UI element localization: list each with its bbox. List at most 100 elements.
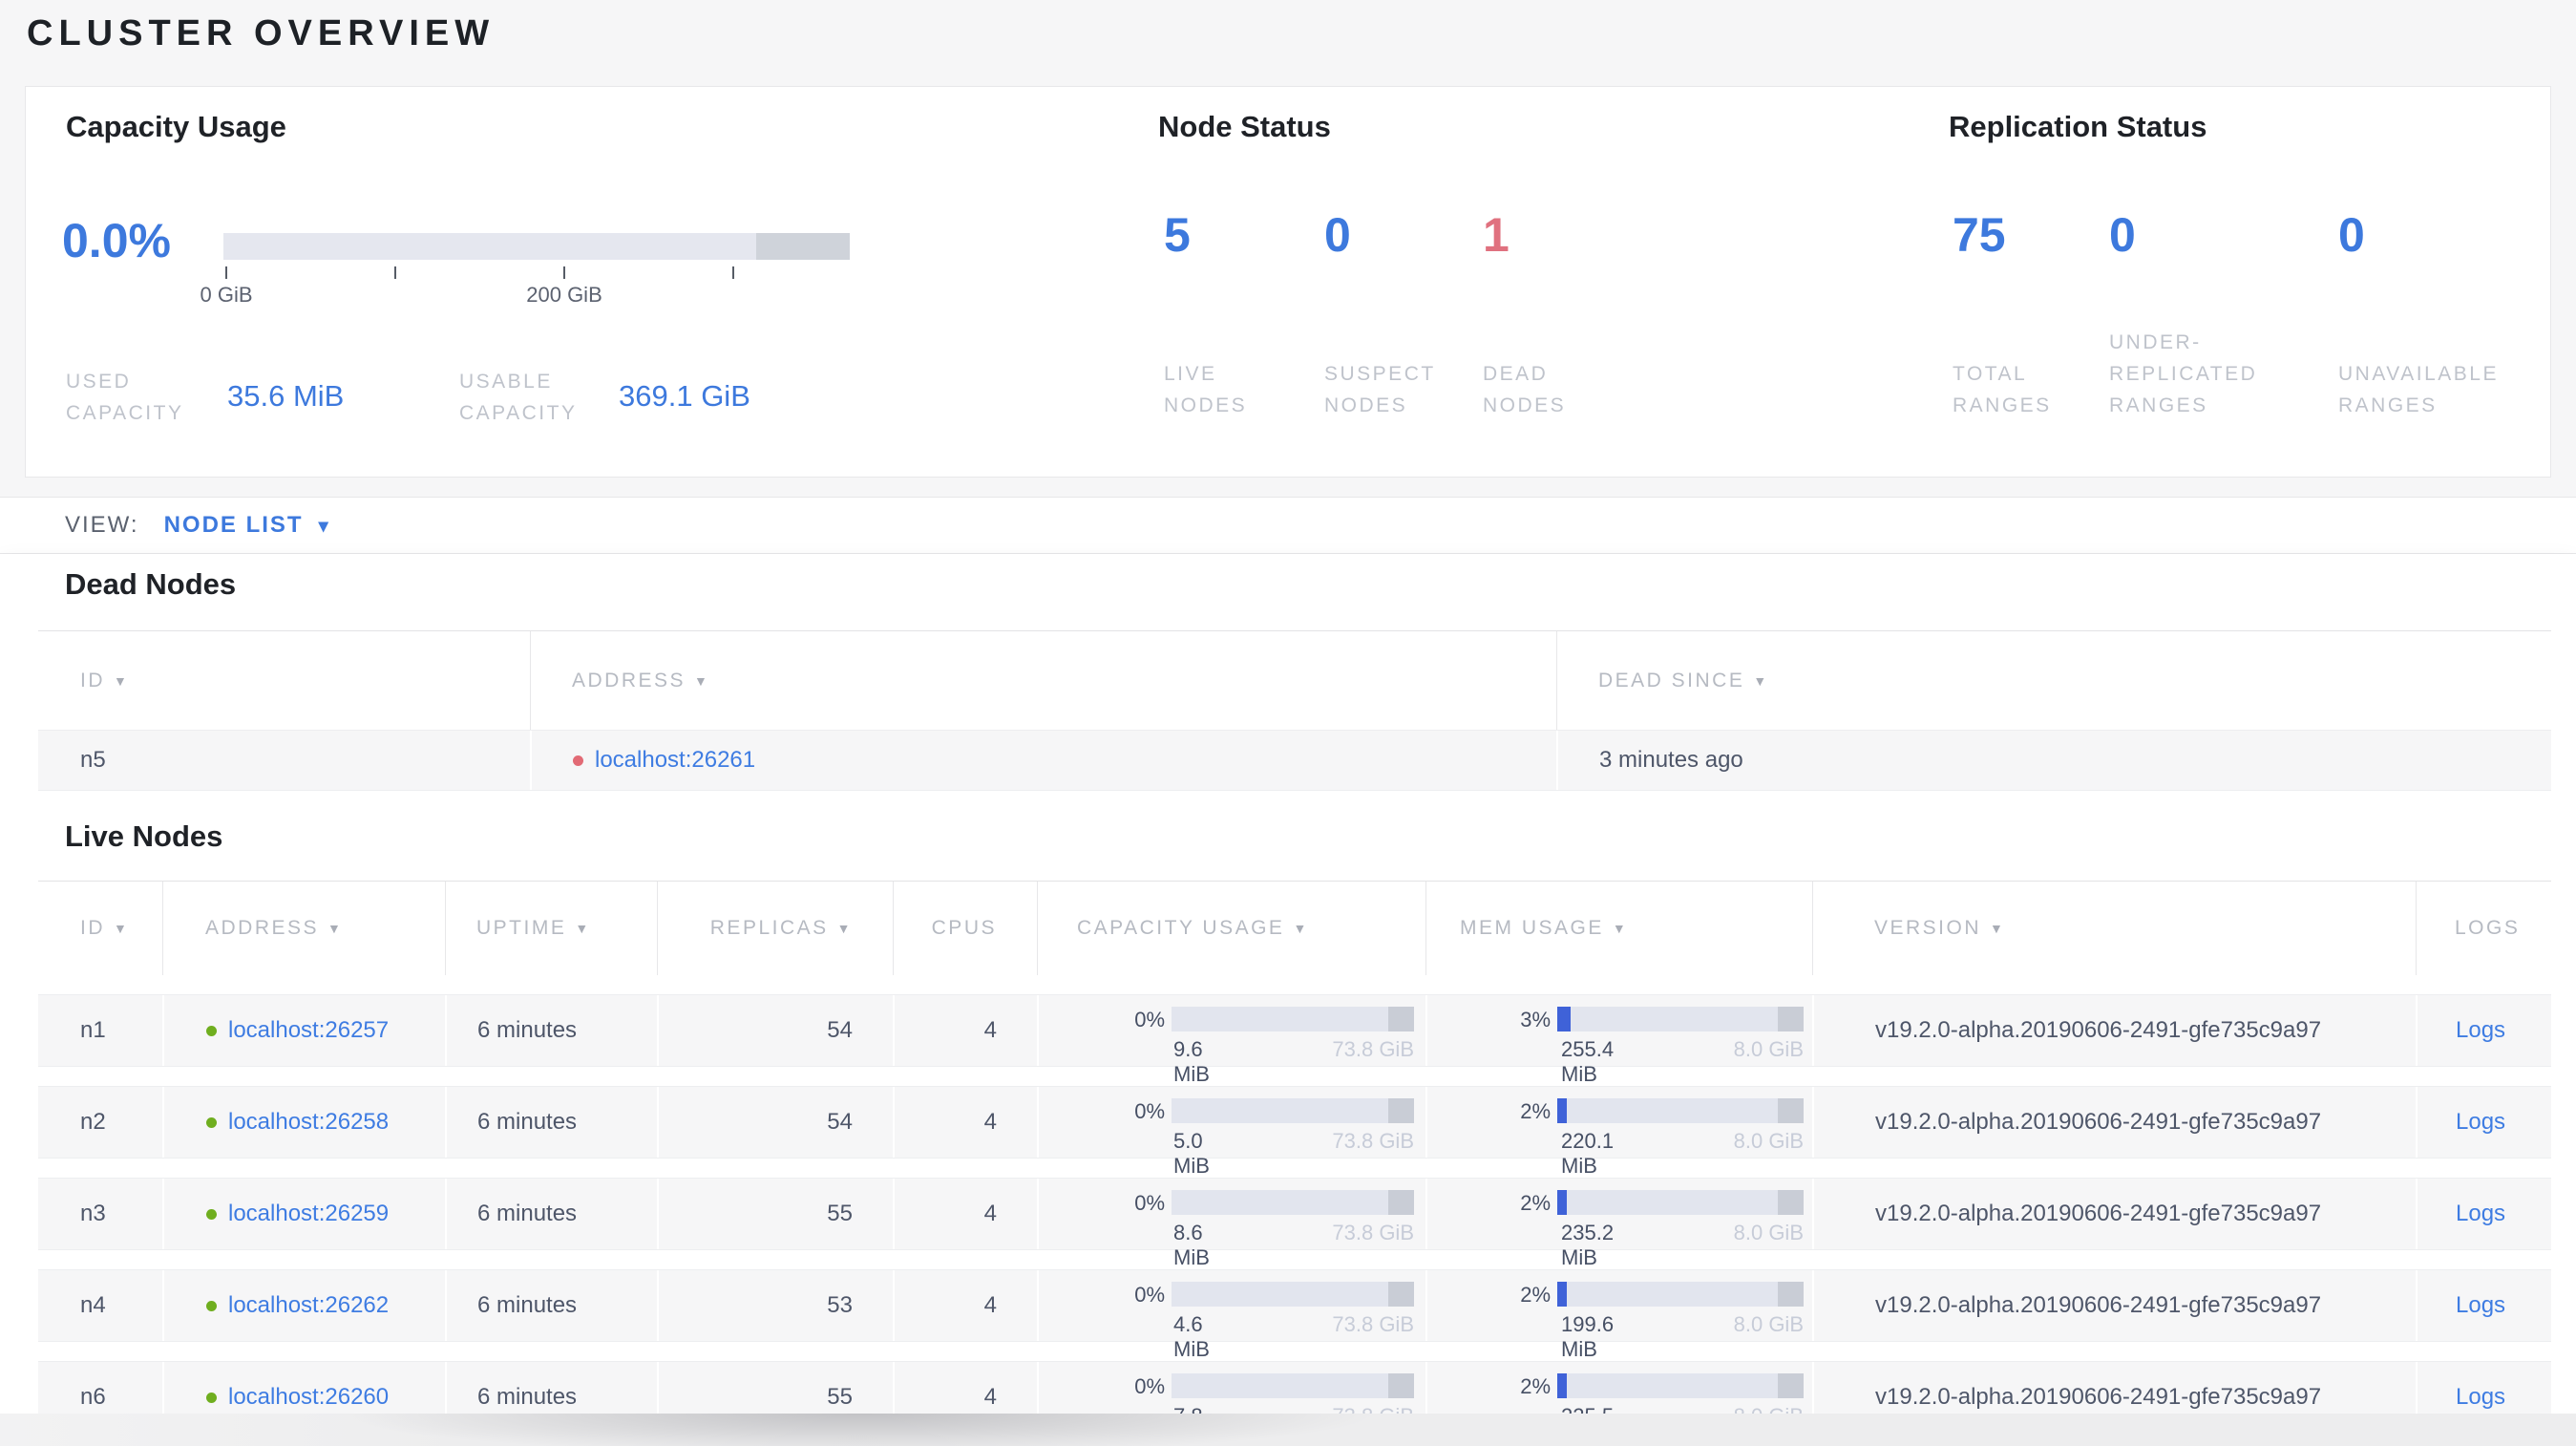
node-address-cell: localhost:26257 [162,995,445,1066]
node-address-link[interactable]: localhost:26257 [228,1017,389,1044]
dead-nodes-count: 1 [1483,208,1510,262]
sort-desc-icon: ▼ [1293,921,1309,936]
sort-desc-icon: ▼ [1612,921,1629,936]
node-id: n3 [80,1201,106,1226]
axis-tick [563,266,565,279]
node-address-link[interactable]: localhost:26258 [228,1109,389,1136]
logs-link[interactable]: Logs [2456,1201,2505,1227]
unavailable-ranges-count: 0 [2338,208,2365,262]
live-status-dot-icon [206,1392,217,1403]
live-nodes-heading: Live Nodes [65,819,223,853]
node-id: n4 [80,1292,106,1318]
capacity-bar-track [1172,1007,1414,1031]
mem-percent-label: 2% [1520,1099,1551,1123]
capacity-total-value: 73.8 GiB [1332,1221,1414,1244]
logs-link[interactable]: Logs [2456,1384,2505,1411]
node-id: n1 [80,1017,106,1043]
capacity-used-value: 8.6 MiB [1173,1221,1210,1269]
dead-status-dot-icon [573,755,583,766]
total-ranges-label: TOTAL RANGES [1953,363,2052,416]
column-header-version[interactable]: VERSION ▼ [1812,882,2416,975]
logs-link[interactable]: Logs [2456,1109,2505,1136]
mem-bar-fill [1557,1282,1567,1307]
dead-nodes-heading: Dead Nodes [65,567,237,601]
live-nodes-table: ID ▼ ADDRESS ▼ UPTIME ▼ REPLICAS ▼ CPUS … [38,881,2551,1446]
column-header-capacity-usage[interactable]: CAPACITY USAGE ▼ [1037,882,1425,975]
version-value: v19.2.0-alpha.20190606-2491-gfe735c9a97 [1812,1087,2416,1158]
node-id: n2 [80,1109,106,1135]
version-value: v19.2.0-alpha.20190606-2491-gfe735c9a97 [1812,995,2416,1066]
capacity-bar-track [1172,1373,1414,1398]
mem-total-value: 8.0 GiB [1733,1037,1804,1061]
node-address-link[interactable]: localhost:26260 [228,1384,389,1411]
capacity-usage-bar [223,233,850,260]
live-status-dot-icon [206,1300,217,1311]
sort-desc-icon: ▼ [1990,921,2006,936]
node-address-link[interactable]: localhost:26262 [228,1292,389,1319]
dead-since-value: 3 minutes ago [1556,731,2551,790]
capacity-usage-cell: 0% 8.6 MiB 73.8 GiB [1037,1179,1425,1269]
logs-link[interactable]: Logs [2456,1292,2505,1319]
column-header-id[interactable]: ID ▼ [38,882,162,975]
logs-cell: Logs [2416,995,2551,1066]
view-label: VIEW: [65,512,139,538]
capacity-bar-reserved-segment [755,233,850,260]
suspect-nodes-label: SUSPECT NODES [1324,363,1436,416]
sort-desc-icon: ▼ [575,921,591,936]
replicas-value: 53 [657,1270,893,1341]
capacity-bar-reserved-segment [1388,1098,1414,1123]
column-header-replicas[interactable]: REPLICAS ▼ [657,882,893,975]
dead-nodes-label: DEAD NODES [1483,363,1567,416]
mem-bar-fill [1557,1007,1571,1031]
column-header-address[interactable]: ADDRESS ▼ [530,631,1556,730]
table-row: n1 localhost:26257 6 minutes 54 4 0% 9.6… [38,994,2551,1086]
sort-desc-icon: ▼ [327,921,344,936]
axis-tick [225,266,227,279]
logs-link[interactable]: Logs [2456,1017,2505,1044]
summary-card: Capacity Usage 0.0% 0 GiB 200 GiB USED C… [25,86,2551,478]
table-row: n5 localhost:26261 3 minutes ago [38,730,2551,791]
table-row: n2 localhost:26258 6 minutes 54 4 0% 5.0… [38,1086,2551,1178]
version-value: v19.2.0-alpha.20190606-2491-gfe735c9a97 [1812,1270,2416,1341]
view-selector-dropdown[interactable]: NODE LIST ▾ [164,512,330,539]
live-status-dot-icon [206,1025,217,1036]
page-title: CLUSTER OVERVIEW [27,13,496,53]
mem-bar-track [1557,1373,1804,1398]
usable-capacity-value: 369.1 GiB [619,379,750,413]
capacity-bar-track [1172,1282,1414,1307]
usable-capacity-label: USABLE CAPACITY [459,371,578,424]
axis-tick [394,266,396,279]
mem-percent-label: 2% [1520,1191,1551,1215]
logs-cell: Logs [2416,1270,2551,1341]
cluster-overview-page: CLUSTER OVERVIEW Capacity Usage 0.0% 0 G… [0,0,2576,1446]
column-header-logs[interactable]: LOGS [2416,882,2551,975]
node-address-cell: localhost:26262 [162,1270,445,1341]
mem-used-value: 220.1 MiB [1561,1129,1615,1178]
node-address-link[interactable]: localhost:26259 [228,1201,389,1227]
table-row: n4 localhost:26262 6 minutes 53 4 0% 4.6… [38,1269,2551,1361]
axis-tick-label: 200 GiB [526,283,602,307]
column-header-dead-since[interactable]: DEAD SINCE ▼ [1556,631,2551,730]
column-header-uptime[interactable]: UPTIME ▼ [445,882,657,975]
mem-usage-cell: 2% 199.6 MiB 8.0 GiB [1425,1270,1812,1361]
replicas-value: 54 [657,995,893,1066]
node-address-link[interactable]: localhost:26261 [595,747,755,774]
mem-bar-track [1557,1007,1804,1031]
axis-tick [732,266,734,279]
node-status-title: Node Status [1158,110,1331,143]
mem-percent-label: 2% [1520,1283,1551,1307]
column-header-id[interactable]: ID ▼ [38,631,530,730]
column-header-mem-usage[interactable]: MEM USAGE ▼ [1425,882,1812,975]
column-header-cpus[interactable]: CPUS [893,882,1037,975]
sort-desc-icon: ▼ [114,921,130,936]
mem-bar-reserved-segment [1777,1098,1804,1123]
node-address-cell: localhost:26259 [162,1179,445,1249]
mem-bar-track [1557,1190,1804,1215]
node-id: n5 [80,747,106,773]
mem-usage-cell: 2% 220.1 MiB 8.0 GiB [1425,1087,1812,1178]
under-replicated-ranges-label: UNDER-REPLICATED RANGES [2109,331,2258,416]
mem-bar-reserved-segment [1777,1190,1804,1215]
uptime-value: 6 minutes [445,995,657,1066]
column-header-address[interactable]: ADDRESS ▼ [162,882,445,975]
mem-total-value: 8.0 GiB [1733,1221,1804,1244]
